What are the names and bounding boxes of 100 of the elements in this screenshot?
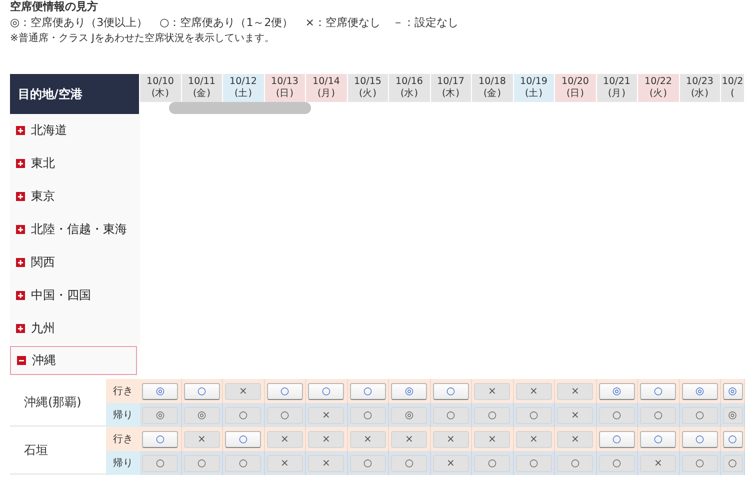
legend-item: ○：空席便あり（1～2便）	[160, 15, 294, 31]
date-header: 10/19 (土)	[514, 74, 554, 102]
availability-button[interactable]: ○	[557, 454, 594, 472]
availability-button[interactable]: ◎	[391, 382, 428, 400]
availability-button[interactable]: ×	[350, 430, 386, 448]
availability-button[interactable]: ×	[391, 430, 428, 448]
region-toggle[interactable]: 北陸・信越・東海	[10, 213, 140, 246]
legend-item: ×：空席便なし	[305, 15, 380, 31]
availability-button[interactable]: ×	[557, 430, 594, 448]
availability-button[interactable]: ×	[432, 430, 469, 448]
availability-button[interactable]: ○	[350, 382, 386, 400]
direction-label: 行き	[106, 427, 140, 451]
region-toggle[interactable]: 沖縄	[10, 346, 137, 375]
availability-button[interactable]: ×	[266, 430, 303, 448]
availability-button[interactable]: ×	[184, 430, 220, 448]
availability-button[interactable]: ×	[516, 430, 552, 448]
availability-button[interactable]: ○	[142, 454, 178, 472]
table-header: 目的地/空港	[10, 74, 139, 114]
availability-button[interactable]: ×	[266, 454, 303, 472]
availability-button[interactable]: ○	[225, 430, 262, 448]
availability-button[interactable]: ○	[474, 406, 510, 424]
availability-button[interactable]: ○	[640, 430, 676, 448]
availability-button[interactable]: ×	[516, 382, 552, 400]
availability-button[interactable]: ○	[640, 382, 676, 400]
availability-button[interactable]: ○	[266, 406, 303, 424]
direction-label: 帰り	[106, 403, 140, 427]
region-toggle[interactable]: 中国・四国	[10, 279, 140, 312]
plus-icon	[16, 159, 25, 168]
date-header: 10/23 (水)	[680, 74, 720, 102]
availability-button[interactable]: ○	[142, 430, 178, 448]
availability-button[interactable]: ◎	[682, 382, 718, 400]
availability-button[interactable]: ×	[432, 454, 469, 472]
availability-button[interactable]: ×	[557, 382, 594, 400]
availability-button[interactable]: ◎	[184, 406, 220, 424]
availability-button[interactable]: ○	[391, 454, 428, 472]
availability-button[interactable]: ○	[516, 406, 552, 424]
availability-button[interactable]: ◎	[391, 406, 428, 424]
availability-button[interactable]: ○	[266, 382, 303, 400]
availability-button[interactable]: ○	[184, 382, 220, 400]
date-header: 10/22 (火)	[638, 74, 678, 102]
availability-button[interactable]: ○	[184, 454, 220, 472]
note-text: ※普通席・クラス Jをあわせた空席状況を表示しています。	[10, 32, 276, 46]
date-header: 10/11 (金)	[182, 74, 222, 102]
availability-button[interactable]: ○	[516, 454, 552, 472]
availability-button[interactable]: ○	[598, 406, 635, 424]
legend-item: ◎：空席便あり（3便以上）	[10, 15, 148, 31]
availability-button[interactable]: ○	[350, 454, 386, 472]
plus-icon	[16, 291, 25, 300]
legend-item: －：設定なし	[392, 15, 458, 31]
plus-icon	[16, 258, 25, 267]
availability-button[interactable]: ○	[225, 406, 262, 424]
region-toggle[interactable]: 東京	[10, 180, 140, 213]
region-toggle[interactable]: 九州	[10, 312, 140, 345]
region-toggle[interactable]: 関西	[10, 246, 140, 279]
date-header: 10/18 (金)	[472, 74, 512, 102]
minus-icon	[17, 356, 26, 365]
date-header: 10/21 (月)	[596, 74, 637, 102]
availability-button[interactable]: ◎	[142, 382, 178, 400]
date-header: 10/16 (水)	[389, 74, 430, 102]
availability-button[interactable]: ○	[598, 430, 635, 448]
date-header: 10/13 (日)	[264, 74, 305, 102]
plus-icon	[16, 324, 25, 333]
availability-button[interactable]: ○	[225, 454, 262, 472]
date-header: 10/15 (火)	[348, 74, 388, 102]
availability-button[interactable]: ○	[722, 430, 742, 448]
date-header: 10/14 (月)	[306, 74, 346, 102]
region-toggle[interactable]: 東北	[10, 147, 140, 180]
availability-button[interactable]: ○	[722, 454, 742, 472]
availability-button[interactable]: ○	[682, 430, 718, 448]
direction-label: 行き	[106, 379, 140, 403]
availability-button[interactable]: ◎	[142, 406, 178, 424]
availability-button[interactable]: ×	[640, 454, 676, 472]
availability-button[interactable]: ○	[640, 406, 676, 424]
availability-button[interactable]: ○	[432, 406, 469, 424]
scrollbar-thumb[interactable]	[169, 102, 311, 114]
availability-button[interactable]: ◎	[722, 406, 742, 424]
availability-button[interactable]: ×	[225, 382, 262, 400]
availability-button[interactable]: ×	[474, 430, 510, 448]
date-header: 10/12 (土)	[223, 74, 264, 102]
availability-button[interactable]: ○	[682, 406, 718, 424]
availability-button[interactable]: ×	[308, 406, 344, 424]
direction-label: 帰り	[106, 451, 140, 475]
availability-button[interactable]: ○	[350, 406, 386, 424]
region-toggle[interactable]: 北海道	[10, 114, 140, 147]
availability-button[interactable]: ○	[598, 454, 635, 472]
availability-button[interactable]: ◎	[722, 382, 742, 400]
plus-icon	[16, 192, 25, 201]
plus-icon	[16, 126, 25, 135]
availability-button[interactable]: ○	[432, 382, 469, 400]
date-header: 10/20 (日)	[555, 74, 596, 102]
plus-icon	[16, 225, 25, 234]
availability-button[interactable]: ×	[308, 454, 344, 472]
legend-title: 空席便情報の見方	[10, 0, 99, 14]
availability-button[interactable]: ×	[557, 406, 594, 424]
availability-button[interactable]: ○	[474, 454, 510, 472]
availability-button[interactable]: ○	[308, 382, 344, 400]
availability-button[interactable]: ×	[474, 382, 510, 400]
availability-button[interactable]: ◎	[598, 382, 635, 400]
availability-button[interactable]: ○	[682, 454, 718, 472]
availability-button[interactable]: ×	[308, 430, 344, 448]
